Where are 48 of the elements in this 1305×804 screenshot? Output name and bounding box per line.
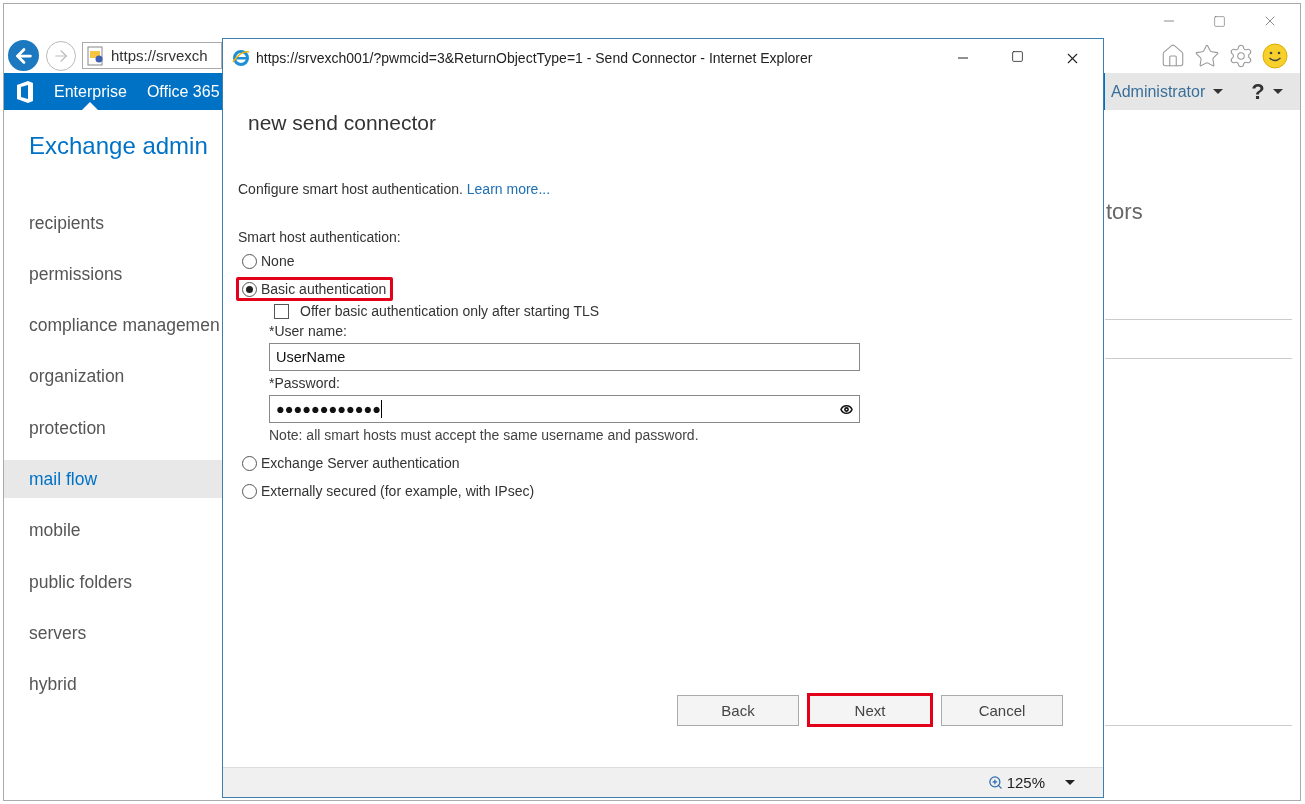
user-menu[interactable]: Administrator [1111, 82, 1224, 101]
input-field[interactable]: UserName [269, 343, 860, 371]
sidebar-item[interactable]: hybrid [4, 665, 222, 704]
eye-icon[interactable] [840, 402, 853, 416]
settings-icon[interactable] [1228, 42, 1254, 69]
address-field[interactable]: https://srvexch [82, 42, 222, 69]
dialog-title: https://srvexch001/?pwmcid=3&ReturnObjectType=1 - Send Connector - Internet Explorer [256, 50, 813, 66]
office-logo-icon [16, 80, 34, 103]
dialog-button[interactable]: Cancel [941, 694, 1063, 726]
smiley-icon[interactable] [1262, 42, 1288, 69]
group-label: Smart host authentication: [238, 229, 402, 245]
field-label: *Password: [269, 375, 341, 391]
radio-option[interactable]: Externally secured (for example, with IPsec) [236, 479, 542, 503]
help-menu[interactable]: ? [1237, 78, 1283, 105]
sidebar-item[interactable]: compliance managemen [4, 306, 222, 345]
star-icon[interactable] [1194, 42, 1220, 69]
nav-tab[interactable]: Enterprise [54, 73, 127, 110]
dialog-heading: new send connector [248, 111, 437, 135]
radio-option[interactable]: Basic authentication [236, 277, 394, 301]
sidebar-item[interactable]: servers [4, 614, 222, 653]
password-field[interactable]: ●●●●●●●●●●●● [269, 395, 860, 423]
dialog-button[interactable]: Next [807, 693, 933, 727]
intro-text: Configure smart host authentication. Learn more... [238, 181, 552, 197]
forward-button[interactable] [46, 40, 76, 71]
radio-option[interactable]: Exchange Server authentication [236, 451, 467, 475]
text-cursor [381, 400, 383, 418]
note-text: Note: all smart hosts must accept the same username and password. [269, 427, 700, 443]
page-icon [87, 45, 105, 66]
zoom-icon [987, 775, 1003, 790]
nav-tab[interactable]: Office 365 [146, 73, 220, 110]
field-label: *User name: [269, 323, 348, 339]
sidebar-item[interactable]: organization [4, 357, 222, 396]
sidebar-item[interactable]: protection [4, 409, 222, 448]
sidebar-item[interactable]: permissions [4, 255, 222, 294]
sidebar-item[interactable]: recipients [4, 204, 222, 242]
sidebar-item[interactable]: mobile [4, 511, 222, 550]
learn-more-link[interactable]: Learn more... [466, 181, 551, 197]
page-title: Exchange admin [28, 131, 209, 161]
zoom-control[interactable]: 125% [987, 774, 1075, 791]
section-heading: tors [1105, 199, 1144, 225]
sidebar-item[interactable]: public folders [4, 563, 222, 602]
maximize-icon[interactable] [1011, 49, 1024, 63]
browser-logo-icon [232, 49, 250, 67]
radio-option[interactable]: None [236, 249, 302, 273]
dialog-button[interactable]: Back [677, 694, 799, 726]
sidebar-item[interactable]: mail flow [4, 460, 222, 499]
home-icon[interactable] [1160, 42, 1186, 69]
checkbox-option[interactable]: Offer basic authentication only after starting TLS [274, 303, 1103, 319]
